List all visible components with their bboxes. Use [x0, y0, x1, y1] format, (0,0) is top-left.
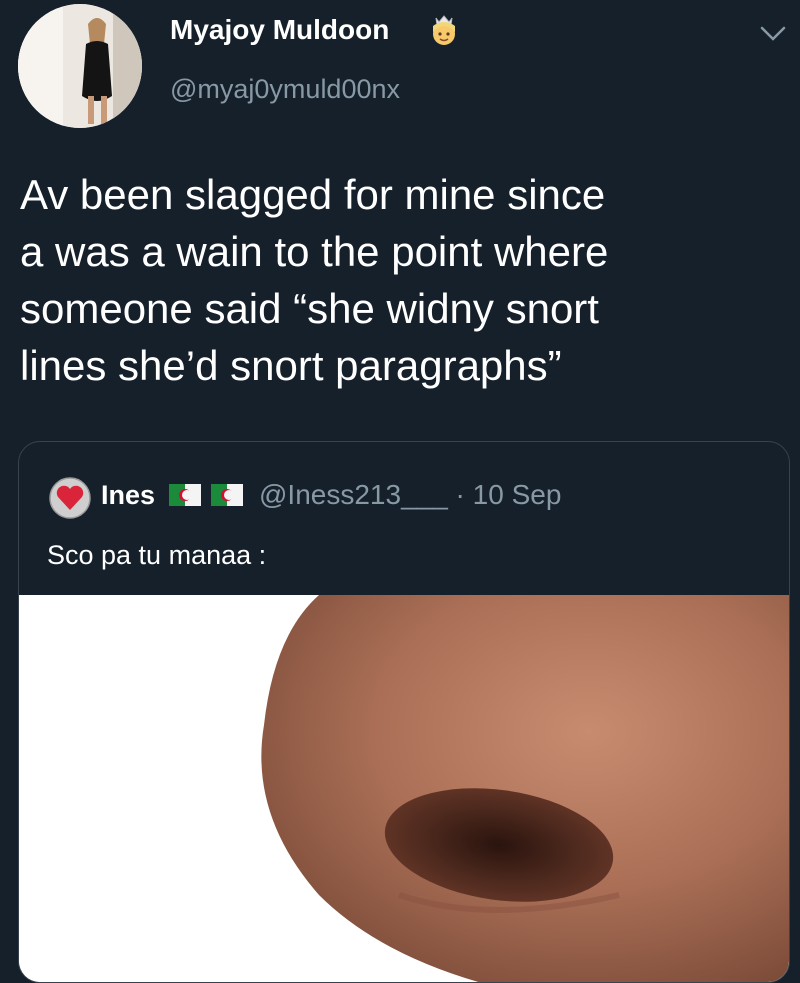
quoted-media-image[interactable] — [19, 595, 789, 982]
tweet-text-line: lines she’d snort paragraphs” — [20, 342, 562, 389]
tweet-text: Av been slagged for mine since a was a w… — [20, 166, 790, 394]
quoted-handle-and-date[interactable]: @Iness213___ · 10 Sep — [259, 479, 561, 511]
author-handle[interactable]: @myaj0ymuld00nx — [170, 74, 400, 105]
author-avatar[interactable] — [18, 4, 142, 128]
tweet-text-line: a was a wain to the point where — [20, 228, 609, 275]
quoted-tweet-text: Sco pa tu manaa : — [47, 540, 267, 570]
avatar-photo — [18, 4, 142, 128]
algeria-flag-icon — [169, 484, 201, 511]
tweet-text-line: someone said “she widny snort — [20, 285, 599, 332]
quoted-author-name[interactable]: Ines — [101, 480, 155, 511]
tweet-text-line: Av been slagged for mine since — [20, 171, 606, 218]
algeria-flag-icon — [211, 484, 243, 511]
princess-emoji-icon — [426, 12, 462, 53]
nose-closeup-photo — [19, 595, 789, 982]
quoted-tweet-card[interactable]: Ines @Iness213___ · 10 Sep Sco pa tu man… — [18, 441, 790, 983]
quoted-author-avatar[interactable] — [49, 477, 91, 524]
chevron-down-icon[interactable] — [760, 26, 786, 47]
author-display-name[interactable]: Myajoy Muldoon — [170, 14, 389, 46]
